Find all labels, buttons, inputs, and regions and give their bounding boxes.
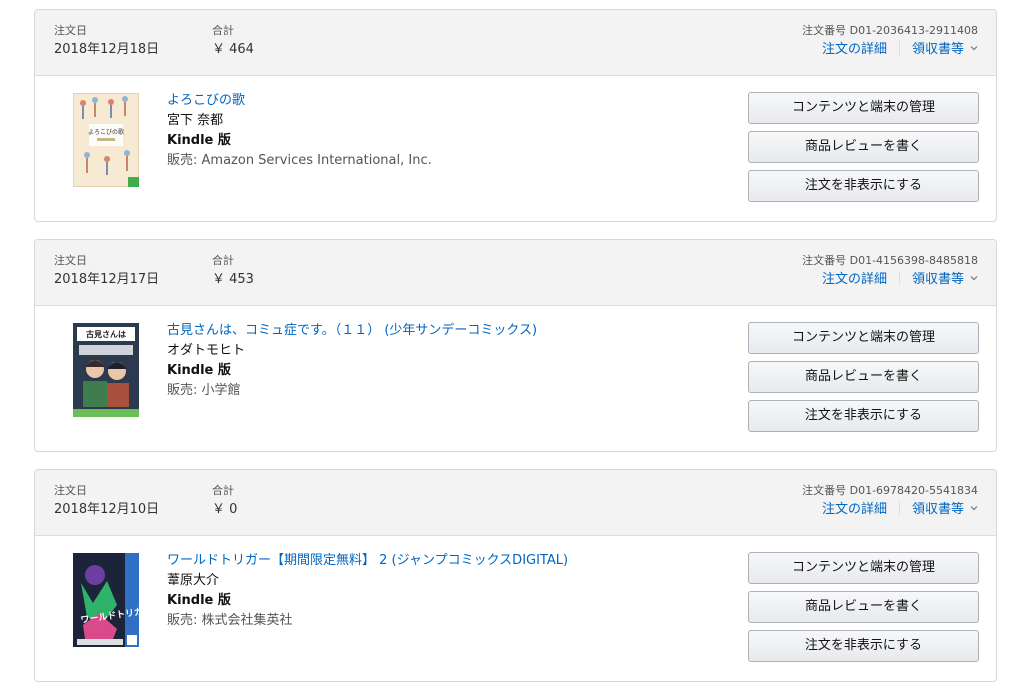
order-date-label: 注文日 <box>54 484 87 497</box>
order-item: よろこびの歌 よろこびの歌 宮下 奈都 Kindle 版 販売: Amazon … <box>35 76 996 221</box>
link-divider <box>898 41 900 55</box>
order-number-value: D01-2036413-2911408 <box>849 24 978 37</box>
receipt-link-label: 領収書等 <box>911 42 964 57</box>
order-links: 注文の詳細 領収書等 <box>802 41 978 59</box>
order-total-label: 合計 <box>212 24 234 37</box>
item-seller: 販売: 小学館 <box>167 383 241 398</box>
manage-content-button[interactable]: コンテンツと端末の管理 <box>748 322 979 354</box>
item-info: 古見さんは、コミュ症です。（１１） (少年サンデーコミックス) オダトモヒト K… <box>167 321 727 401</box>
item-author: 宮下 奈都 <box>167 113 224 128</box>
item-author: オダトモヒト <box>167 343 246 358</box>
order-number-value: D01-4156398-8485818 <box>849 254 978 267</box>
order-card: 注文日 2018年12月18日 合計 ￥ 464 注文番号 D01-203641… <box>34 9 997 222</box>
item-format: Kindle 版 <box>167 593 231 608</box>
hide-order-button[interactable]: 注文を非表示にする <box>748 170 979 202</box>
order-details-link[interactable]: 注文の詳細 <box>822 502 887 517</box>
item-info: ワールドトリガー【期間限定無料】 2 (ジャンプコミックスDIGITAL) 葦原… <box>167 551 727 631</box>
order-history-list: 注文日 2018年12月18日 合計 ￥ 464 注文番号 D01-203641… <box>0 0 1024 695</box>
receipt-dropdown[interactable]: 領収書等 <box>912 272 978 287</box>
order-number-label: 注文番号 <box>802 484 847 497</box>
order-date-column: 注文日 2018年12月18日 <box>54 24 159 59</box>
order-id-column: 注文番号 D01-4156398-8485818 注文の詳細 領収書等 <box>802 254 978 289</box>
link-divider <box>898 271 900 285</box>
order-date-value: 2018年12月17日 <box>54 272 160 287</box>
order-number: 注文番号 D01-2036413-2911408 <box>802 24 978 38</box>
chevron-down-icon <box>970 506 978 511</box>
item-actions: コンテンツと端末の管理 商品レビューを書く 注文を非表示にする <box>748 322 979 439</box>
item-actions: コンテンツと端末の管理 商品レビューを書く 注文を非表示にする <box>748 552 979 669</box>
order-id-column: 注文番号 D01-2036413-2911408 注文の詳細 領収書等 <box>802 24 978 59</box>
order-header: 注文日 2018年12月17日 合計 ￥ 453 注文番号 D01-415639… <box>35 240 996 306</box>
order-total-label: 合計 <box>212 254 234 267</box>
receipt-link-label: 領収書等 <box>911 272 964 287</box>
item-format: Kindle 版 <box>167 363 231 378</box>
link-divider <box>898 501 900 515</box>
order-total-label: 合計 <box>212 484 234 497</box>
order-total-column: 合計 ￥ 464 <box>212 24 254 59</box>
order-card: 注文日 2018年12月10日 合計 ￥ 0 注文番号 D01-6978420-… <box>34 469 997 682</box>
hide-order-button[interactable]: 注文を非表示にする <box>748 400 979 432</box>
book-cover-image[interactable]: 古見さんは <box>73 323 139 417</box>
order-header: 注文日 2018年12月18日 合計 ￥ 464 注文番号 D01-203641… <box>35 10 996 76</box>
order-date-label: 注文日 <box>54 24 87 37</box>
manage-content-button[interactable]: コンテンツと端末の管理 <box>748 552 979 584</box>
write-review-button[interactable]: 商品レビューを書く <box>748 591 979 623</box>
order-number-label: 注文番号 <box>802 24 847 37</box>
order-details-link[interactable]: 注文の詳細 <box>822 272 887 287</box>
order-id-column: 注文番号 D01-6978420-5541834 注文の詳細 領収書等 <box>802 484 978 519</box>
receipt-dropdown[interactable]: 領収書等 <box>912 502 978 517</box>
order-total-value: ￥ 464 <box>212 42 254 57</box>
order-date-value: 2018年12月18日 <box>54 42 160 57</box>
order-date-value: 2018年12月10日 <box>54 502 160 517</box>
item-seller: 販売: 株式会社集英社 <box>167 613 293 628</box>
cover-title-text: 古見さんは <box>86 329 126 339</box>
order-card: 注文日 2018年12月17日 合計 ￥ 453 注文番号 D01-415639… <box>34 239 997 452</box>
order-links: 注文の詳細 領収書等 <box>802 271 978 289</box>
order-item: 古見さんは 古見さんは、コミュ症です。（１１） (少年サンデーコミックス) オダ… <box>35 306 996 451</box>
order-number: 注文番号 D01-6978420-5541834 <box>802 484 978 498</box>
order-date-label: 注文日 <box>54 254 87 267</box>
order-number-label: 注文番号 <box>802 254 847 267</box>
receipt-link-label: 領収書等 <box>911 502 964 517</box>
order-total-value: ￥ 0 <box>212 502 238 517</box>
order-number: 注文番号 D01-4156398-8485818 <box>802 254 978 268</box>
cover-title-text: よろこびの歌 <box>88 128 124 136</box>
book-cover-image[interactable]: よろこびの歌 <box>73 93 139 187</box>
order-details-link[interactable]: 注文の詳細 <box>822 42 887 57</box>
item-seller: 販売: Amazon Services International, Inc. <box>167 153 432 168</box>
item-title-link[interactable]: ワールドトリガー【期間限定無料】 2 (ジャンプコミックスDIGITAL) <box>167 551 727 571</box>
book-cover-image[interactable]: ワールドトリガー <box>73 553 139 647</box>
hide-order-button[interactable]: 注文を非表示にする <box>748 630 979 662</box>
write-review-button[interactable]: 商品レビューを書く <box>748 131 979 163</box>
chevron-down-icon <box>970 46 978 51</box>
order-header: 注文日 2018年12月10日 合計 ￥ 0 注文番号 D01-6978420-… <box>35 470 996 536</box>
order-total-value: ￥ 453 <box>212 272 254 287</box>
item-actions: コンテンツと端末の管理 商品レビューを書く 注文を非表示にする <box>748 92 979 209</box>
item-title-link[interactable]: 古見さんは、コミュ症です。（１１） (少年サンデーコミックス) <box>167 321 727 341</box>
write-review-button[interactable]: 商品レビューを書く <box>748 361 979 393</box>
manage-content-button[interactable]: コンテンツと端末の管理 <box>748 92 979 124</box>
order-links: 注文の詳細 領収書等 <box>802 501 978 519</box>
item-author: 葦原大介 <box>167 573 220 588</box>
order-item: ワールドトリガー ワールドトリガー【期間限定無料】 2 (ジャンプコミックスDI… <box>35 536 996 681</box>
item-info: よろこびの歌 宮下 奈都 Kindle 版 販売: Amazon Service… <box>167 91 727 171</box>
order-total-column: 合計 ￥ 0 <box>212 484 237 519</box>
order-date-column: 注文日 2018年12月17日 <box>54 254 159 289</box>
order-date-column: 注文日 2018年12月10日 <box>54 484 159 519</box>
chevron-down-icon <box>970 276 978 281</box>
item-format: Kindle 版 <box>167 133 231 148</box>
order-total-column: 合計 ￥ 453 <box>212 254 254 289</box>
order-number-value: D01-6978420-5541834 <box>849 484 978 497</box>
receipt-dropdown[interactable]: 領収書等 <box>912 42 978 57</box>
item-title-link[interactable]: よろこびの歌 <box>167 91 727 111</box>
